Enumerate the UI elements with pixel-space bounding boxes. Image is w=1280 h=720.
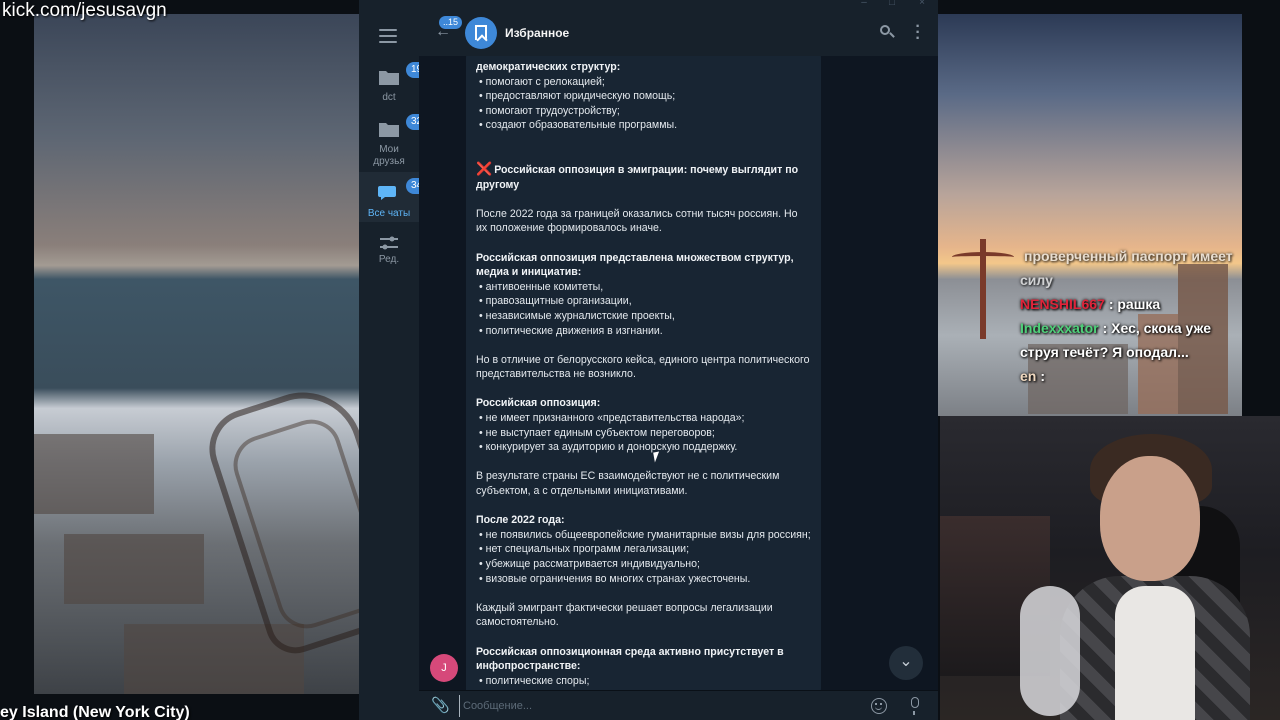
message-paragraph: В результате страны ЕС взаимодействуют н… xyxy=(476,470,780,498)
message-heading: После 2022 года: xyxy=(476,514,565,527)
folder-item-all-chats[interactable]: 340 Все чаты xyxy=(359,172,433,222)
microphone-icon[interactable] xyxy=(911,697,919,715)
list-item: • помогают с релокацией; xyxy=(479,75,605,88)
list-item: • конкурирует за аудиторию и донорскую п… xyxy=(479,441,738,454)
message-list[interactable]: демократических структур: • помогают с р… xyxy=(419,56,938,690)
message-heading: демократических структур: xyxy=(476,61,621,73)
list-item: • независимые журналистские проекты, xyxy=(479,309,675,322)
chat-message: Indexxxator: Хес, скока уже струя течёт?… xyxy=(1020,316,1242,364)
message-paragraph: Российская оппозиция: • не имеет признан… xyxy=(476,396,811,454)
stream-video-left xyxy=(34,14,419,694)
chat-message: проверченный паспорт имеет силу xyxy=(1020,244,1242,292)
folder-item-dct[interactable]: 191 dct xyxy=(359,62,433,116)
paperclip-icon[interactable]: 📎 xyxy=(431,698,450,713)
chats-icon: 340 xyxy=(378,178,433,202)
stream-chat-overlay: проверченный паспорт имеет силу NENSHIL6… xyxy=(1020,244,1242,388)
chat-message: en: xyxy=(1020,364,1242,388)
message-paragraph: демократических структур: • помогают с р… xyxy=(476,60,811,133)
message-bubble[interactable]: демократических структур: • помогают с р… xyxy=(466,56,821,690)
maximize-icon[interactable]: □ xyxy=(885,0,899,8)
more-options-icon[interactable]: · · · xyxy=(913,19,923,47)
message-paragraph: После 2022 года за границей оказались со… xyxy=(476,207,798,235)
chevron-down-icon: ⌄ xyxy=(899,653,913,670)
message-heading: Российская оппозиция представлена множес… xyxy=(476,251,794,279)
webcam-microphone xyxy=(1020,586,1080,716)
folder-icon: 191 xyxy=(378,62,433,86)
cross-mark-icon: ❌ xyxy=(476,160,493,176)
folder-label: dct xyxy=(382,92,396,103)
folder-label: Все чаты xyxy=(367,208,411,219)
sender-avatar[interactable]: J xyxy=(430,654,458,682)
saved-messages-avatar[interactable] xyxy=(465,17,497,49)
message-heading: ❌ Российская оппозиция в эмиграции: почем… xyxy=(476,160,811,192)
chat-text: : xyxy=(1040,368,1046,384)
folder-label: Ред. xyxy=(378,254,400,265)
chat-username: Indexxxator xyxy=(1020,320,1099,336)
list-item: • не выступает единым субъектом перегово… xyxy=(479,426,715,439)
list-item: • создают образовательные программы. xyxy=(479,119,678,132)
chat-text: проверченный паспорт имеет силу xyxy=(1020,248,1233,288)
list-item: • антивоенные комитеты, xyxy=(479,280,604,293)
folder-label: Мои друзья xyxy=(373,144,405,167)
webcam-streamer-head xyxy=(1100,456,1200,581)
bookmark-icon xyxy=(475,25,487,40)
list-item: • убежище рассматривается индивидуально; xyxy=(479,558,700,570)
chat-text: : рашка xyxy=(1108,296,1161,312)
folder-sidebar: 191 dct 32 Мои друзья 340 Все чаты xyxy=(359,10,433,720)
heading-text: Российская оппозиция в эмиграции: почему… xyxy=(476,163,799,191)
sliders-icon xyxy=(378,234,400,252)
list-item: • политические движения в изгнании. xyxy=(479,324,663,337)
channel-url: kick.com/jesusavgn xyxy=(2,0,167,21)
location-caption: ey Island (New York City) xyxy=(0,704,190,720)
minimize-icon[interactable]: – xyxy=(857,0,871,8)
message-heading: Российская оппозиция: xyxy=(476,397,601,410)
list-item: • политические споры; xyxy=(479,674,590,687)
message-paragraph: Но в отличие от белорусского кейса, един… xyxy=(476,353,810,381)
chat-title[interactable]: Избранное xyxy=(505,26,569,40)
list-item: • не появились общеевропейские гуманитар… xyxy=(479,528,811,541)
chat-message: NENSHIL667: рашка xyxy=(1020,292,1242,316)
emoji-icon[interactable] xyxy=(871,698,887,714)
window-titlebar[interactable]: – □ × xyxy=(359,0,938,10)
message-composer: 📎 xyxy=(419,690,938,720)
message-heading: Российская оппозиционная среда активно п… xyxy=(476,645,784,673)
message-paragraph: Российская оппозиция представлена множес… xyxy=(476,251,811,339)
chat-header: ← ..15 Избранное · · · xyxy=(419,10,938,56)
message-paragraph: Каждый эмигрант фактически решает вопрос… xyxy=(476,601,773,629)
telegram-window: – □ × 191 dct 32 Мои друзья xyxy=(359,0,938,720)
message-paragraph: После 2022 года: • не появились общеевро… xyxy=(476,513,811,586)
webcam-streamer-shirt xyxy=(1115,586,1195,720)
search-icon[interactable] xyxy=(879,24,895,40)
close-icon[interactable]: × xyxy=(915,0,929,8)
list-item: • визовые ограничения во многих странах … xyxy=(479,572,751,585)
unread-counter-badge: ..15 xyxy=(439,16,463,29)
unread-count: 15 xyxy=(448,17,459,27)
list-item: • нет специальных программ легализации; xyxy=(479,543,690,556)
message-paragraph: Российская оппозиционная среда активно п… xyxy=(476,645,811,689)
folder-item-friends[interactable]: 32 Мои друзья xyxy=(359,114,428,180)
folder-item-edit[interactable]: Ред. xyxy=(359,234,419,274)
chat-username: en xyxy=(1020,368,1037,384)
screen: kick.com/jesusavgn ey Island (New York C… xyxy=(0,0,1280,720)
chat-username: NENSHIL667 xyxy=(1020,296,1105,312)
list-item: • не имеет признанного «представительств… xyxy=(479,412,745,425)
scroll-down-button[interactable]: ⌄ xyxy=(889,646,923,680)
list-item: • помогают трудоустройству; xyxy=(479,104,620,117)
list-item: • правозащитные организации, xyxy=(479,295,632,308)
hamburger-menu-icon[interactable] xyxy=(379,29,397,43)
streamer-webcam xyxy=(940,416,1280,720)
message-paragraph: ❌ Российская оппозиция в эмиграции: почем… xyxy=(476,160,811,192)
parachute-tower-pole xyxy=(980,239,986,339)
message-input[interactable] xyxy=(459,695,859,717)
list-item: • предоставляют юридическую помощь; xyxy=(479,90,676,103)
folder-icon: 32 xyxy=(378,114,428,138)
